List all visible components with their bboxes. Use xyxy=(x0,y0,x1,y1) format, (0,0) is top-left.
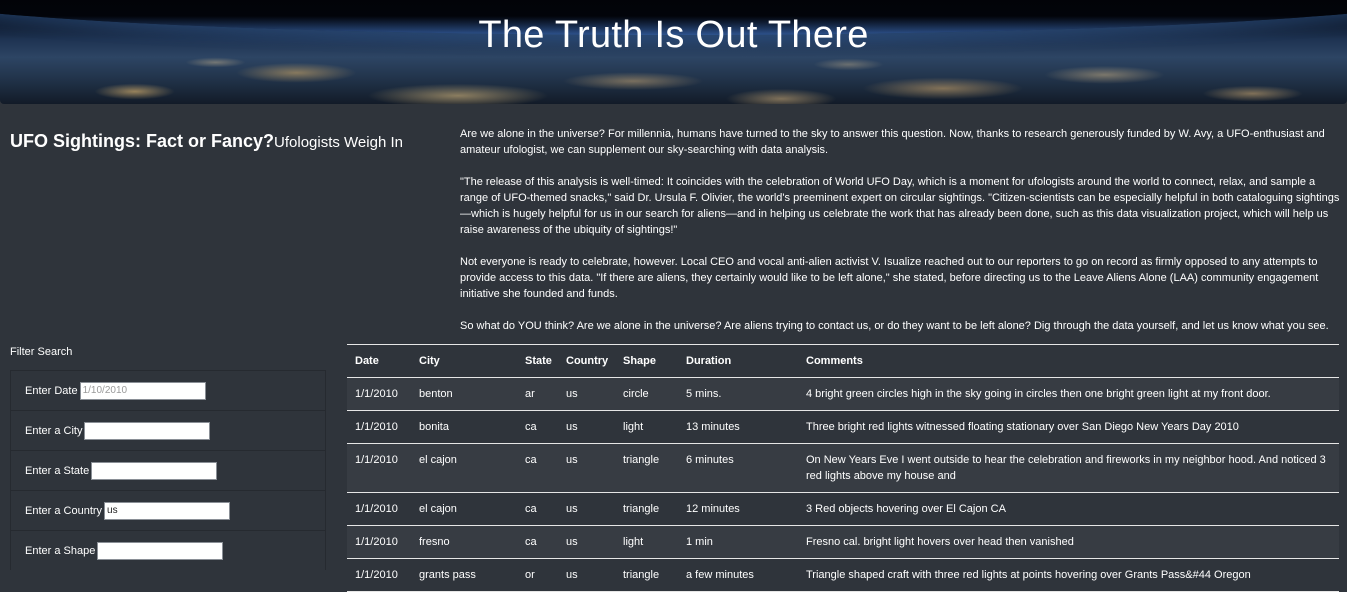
cell-state: ca xyxy=(517,410,558,444)
article-paragraph: Not everyone is ready to celebrate, howe… xyxy=(460,256,1319,300)
filter-city: Enter a City xyxy=(10,410,326,450)
cell-date: 1/1/2010 xyxy=(347,377,411,411)
cell-comments: 4 bright green circles high in the sky g… xyxy=(798,377,1339,411)
cell-comments: 3 Red objects hovering over El Cajon CA xyxy=(798,492,1339,526)
cell-duration: a few minutes xyxy=(678,558,798,592)
cell-city: fresno xyxy=(411,525,517,559)
article-body: Are we alone in the universe? For millen… xyxy=(460,126,1340,350)
city-input[interactable] xyxy=(84,421,211,440)
table-body: 1/1/2010 benton ar us circle 5 mins. 4 bright … xyxy=(347,377,1339,592)
cell-shape: light xyxy=(615,410,678,444)
cell-city: benton xyxy=(411,377,517,411)
table-row: 1/1/2010 fresno ca us light 1 min Fresno cal. … xyxy=(347,525,1339,559)
cell-state: ca xyxy=(517,443,558,493)
shape-input[interactable] xyxy=(97,541,224,560)
table-header-row: Date City State Country Shape Duration C… xyxy=(347,345,1339,378)
column-header-comments[interactable]: Comments xyxy=(798,345,1339,378)
date-label: Enter Date xyxy=(25,384,78,397)
cell-state: ca xyxy=(517,525,558,559)
shape-label: Enter a Shape xyxy=(25,544,96,557)
article-paragraph: Are we alone in the universe? For millen… xyxy=(460,128,1325,156)
cell-duration: 5 mins. xyxy=(678,377,798,411)
city-label: Enter a City xyxy=(25,424,83,437)
table-row: 1/1/2010 el cajon ca us triangle 6 minutes On … xyxy=(347,443,1339,493)
cell-country: us xyxy=(558,410,615,444)
table-row: 1/1/2010 bonita ca us light 13 minutes Three b… xyxy=(347,410,1339,444)
hero-banner: The Truth Is Out There xyxy=(0,0,1347,104)
cell-duration: 12 minutes xyxy=(678,492,798,526)
cell-date: 1/1/2010 xyxy=(347,410,411,444)
column-header-state[interactable]: State xyxy=(517,345,558,378)
cell-country: us xyxy=(558,377,615,411)
cell-shape: light xyxy=(615,525,678,559)
cell-state: ca xyxy=(517,492,558,526)
country-label: Enter a Country xyxy=(25,504,103,517)
article-headline: UFO Sightings: Fact or Fancy?Ufologists … xyxy=(10,126,403,154)
state-label: Enter a State xyxy=(25,464,90,477)
cell-duration: 6 minutes xyxy=(678,443,798,493)
filter-list: Enter Date Enter a City Enter a State En… xyxy=(10,370,326,570)
state-input[interactable] xyxy=(91,461,218,480)
date-input[interactable] xyxy=(79,381,206,400)
cell-shape: circle xyxy=(615,377,678,411)
article-paragraph: "The release of this analysis is well-ti… xyxy=(460,176,1340,236)
cell-comments: Fresno cal. bright light hovers over hea… xyxy=(798,525,1339,559)
column-header-shape[interactable]: Shape xyxy=(615,345,678,378)
cell-comments: On New Years Eve I went outside to hear … xyxy=(798,443,1339,493)
column-header-country[interactable]: Country xyxy=(558,345,615,378)
column-header-date[interactable]: Date xyxy=(347,345,411,378)
ufo-table-container: Date City State Country Shape Duration C… xyxy=(347,344,1339,592)
column-header-city[interactable]: City xyxy=(411,345,517,378)
cell-country: us xyxy=(558,525,615,559)
cell-shape: triangle xyxy=(615,443,678,493)
page-title: The Truth Is Out There xyxy=(478,14,869,56)
cell-country: us xyxy=(558,492,615,526)
table-row: 1/1/2010 benton ar us circle 5 mins. 4 bright … xyxy=(347,377,1339,411)
headline-main: UFO Sightings: Fact or Fancy? xyxy=(10,131,275,151)
cell-state: ar xyxy=(517,377,558,411)
cell-date: 1/1/2010 xyxy=(347,558,411,592)
table-row: 1/1/2010 el cajon ca us triangle 12 minutes 3 … xyxy=(347,492,1339,526)
cell-city: el cajon xyxy=(411,443,517,493)
cell-country: us xyxy=(558,443,615,493)
cell-date: 1/1/2010 xyxy=(347,525,411,559)
filter-state: Enter a State xyxy=(10,450,326,490)
table-row: 1/1/2010 grants pass or us triangle a few min… xyxy=(347,558,1339,592)
headline-subtitle: Ufologists Weigh In xyxy=(274,134,403,151)
country-input[interactable] xyxy=(104,501,231,520)
cell-comments: Three bright red lights witnessed floati… xyxy=(798,410,1339,444)
filter-search-title: Filter Search xyxy=(10,346,73,358)
cell-state: or xyxy=(517,558,558,592)
filter-country: Enter a Country xyxy=(10,490,326,530)
cell-city: grants pass xyxy=(411,558,517,592)
cell-comments: Triangle shaped craft with three red lig… xyxy=(798,558,1339,592)
column-header-duration[interactable]: Duration xyxy=(678,345,798,378)
cell-duration: 13 minutes xyxy=(678,410,798,444)
cell-date: 1/1/2010 xyxy=(347,492,411,526)
cell-city: bonita xyxy=(411,410,517,444)
cell-duration: 1 min xyxy=(678,525,798,559)
cell-shape: triangle xyxy=(615,492,678,526)
filter-shape: Enter a Shape xyxy=(10,530,326,570)
filter-date: Enter Date xyxy=(10,370,326,410)
cell-date: 1/1/2010 xyxy=(347,443,411,493)
cell-city: el cajon xyxy=(411,492,517,526)
cell-shape: triangle xyxy=(615,558,678,592)
cell-country: us xyxy=(558,558,615,592)
article-paragraph: So what do YOU think? Are we alone in th… xyxy=(460,320,1329,332)
ufo-table: Date City State Country Shape Duration C… xyxy=(347,345,1339,592)
